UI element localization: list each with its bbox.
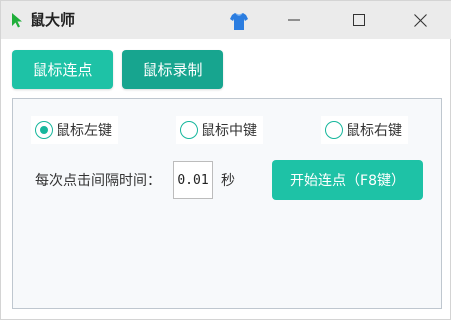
close-icon <box>413 13 427 27</box>
minimize-button[interactable] <box>271 1 317 39</box>
radio-middle-button-label: 鼠标中键 <box>201 123 257 139</box>
green-cursor-icon <box>12 13 22 28</box>
shirt-icon[interactable] <box>228 10 250 32</box>
app-window: 鼠大师 鼠标连点 鼠标录制 鼠标左键 鼠标中键 鼠标右键 每次点击间隔时间： 0… <box>0 0 451 320</box>
close-button[interactable] <box>397 1 443 39</box>
interval-input[interactable] <box>173 161 213 199</box>
radio-left-button-circle[interactable] <box>35 121 53 139</box>
radio-right-button-circle[interactable] <box>325 121 343 139</box>
title-bar[interactable]: 鼠大师 <box>1 1 451 39</box>
tab-mouse-clicker[interactable]: 鼠标连点 <box>12 50 113 89</box>
tab-mouse-recorder[interactable]: 鼠标录制 <box>122 50 223 89</box>
radio-middle-button-circle[interactable] <box>180 121 198 139</box>
maximize-button[interactable] <box>336 1 382 39</box>
start-clicking-button[interactable]: 开始连点（F8键） <box>272 160 423 200</box>
interval-unit-label: 秒 <box>221 173 235 189</box>
clicker-settings-panel: 鼠标左键 鼠标中键 鼠标右键 每次点击间隔时间： 秒 开始连点（F8键） <box>12 98 442 309</box>
maximize-icon <box>353 14 365 26</box>
radio-left-button-label: 鼠标左键 <box>56 123 112 139</box>
radio-right-button-label: 鼠标右键 <box>346 123 402 139</box>
app-title: 鼠大师 <box>30 11 76 29</box>
radio-selected-dot <box>40 126 48 134</box>
minimize-icon <box>288 19 300 21</box>
radio-right-button[interactable]: 鼠标右键 <box>321 116 408 144</box>
radio-middle-button[interactable]: 鼠标中键 <box>176 116 263 144</box>
interval-label: 每次点击间隔时间： <box>35 173 161 189</box>
radio-left-button[interactable]: 鼠标左键 <box>31 116 118 144</box>
